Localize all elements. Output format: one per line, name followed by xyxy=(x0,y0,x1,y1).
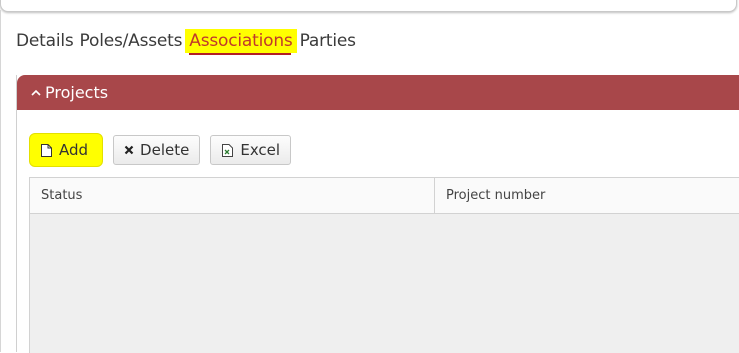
x-icon xyxy=(124,145,134,155)
add-label: Add xyxy=(59,141,89,159)
column-header-project-number[interactable]: Project number xyxy=(435,178,739,213)
new-document-icon xyxy=(40,143,53,158)
projects-panel-header[interactable]: Projects xyxy=(17,75,739,110)
panel-title: Projects xyxy=(45,83,109,102)
chevron-up-icon[interactable] xyxy=(31,86,41,100)
excel-label: Excel xyxy=(240,141,281,159)
add-button[interactable]: Add xyxy=(29,133,104,167)
excel-button[interactable]: Excel xyxy=(210,135,292,165)
column-header-status[interactable]: Status xyxy=(30,178,435,213)
tab-bar: Details Poles/Assets Associations Partie… xyxy=(16,28,359,55)
tab-associations[interactable]: Associations xyxy=(185,29,297,55)
tab-parties[interactable]: Parties xyxy=(297,29,359,53)
projects-grid: Status Project number xyxy=(29,177,739,353)
delete-button[interactable]: Delete xyxy=(113,135,201,165)
tab-poles-assets[interactable]: Poles/Assets xyxy=(77,29,186,53)
excel-icon xyxy=(221,143,234,158)
grid-header: Status Project number xyxy=(30,178,739,214)
projects-panel: Projects Add Delete Excel Status Project… xyxy=(16,75,739,353)
top-card-edge xyxy=(0,0,737,12)
left-border xyxy=(0,10,1,352)
tab-details[interactable]: Details xyxy=(16,29,77,53)
toolbar: Add Delete Excel xyxy=(29,133,292,167)
delete-label: Delete xyxy=(140,141,190,159)
